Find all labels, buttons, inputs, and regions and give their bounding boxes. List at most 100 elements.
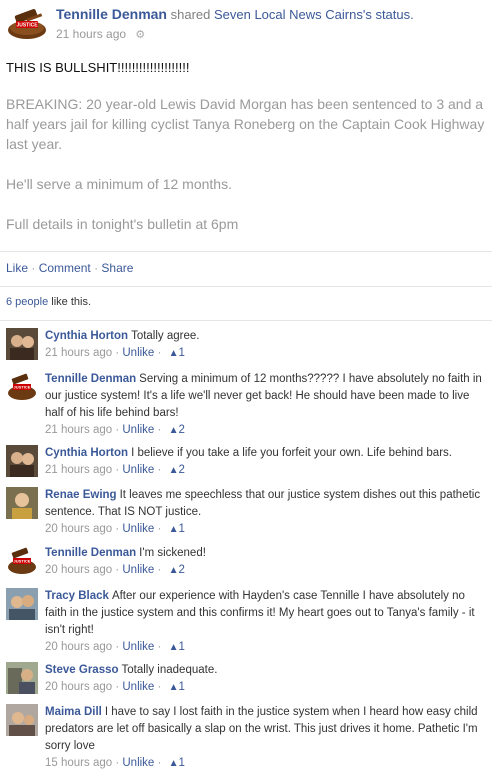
shared-word: shared (170, 7, 211, 22)
thumbs-up-icon[interactable]: ▲ (169, 345, 179, 362)
shared-status-text: BREAKING: 20 year-old Lewis David Morgan… (6, 94, 490, 254)
post-header: JUSTICE Tennille Denman shared Seven Loc… (6, 4, 486, 46)
comment-body: Steve Grasso Totally inadequate. 20 hours… (45, 662, 483, 696)
comment-timestamp[interactable]: 20 hours ago (45, 564, 112, 576)
comment-meta: 20 hours ago · Unlike · ▲1 (45, 521, 483, 538)
svg-text:JUSTICE: JUSTICE (16, 23, 38, 29)
unlike-link[interactable]: Unlike (122, 424, 154, 436)
svg-text:JUSTICE: JUSTICE (14, 385, 31, 390)
like-link[interactable]: Like (6, 261, 28, 275)
shared-page-link[interactable]: Seven Local News Cairns (214, 7, 363, 22)
comment-like-count[interactable]: 1 (178, 757, 184, 769)
comment-like-count[interactable]: 1 (178, 681, 184, 693)
comment-meta: 20 hours ago · Unlike · ▲1 (45, 679, 483, 696)
gear-icon[interactable]: ⚙ (135, 28, 145, 41)
comment-meta: 21 hours ago · Unlike · ▲2 (45, 462, 483, 479)
share-link[interactable]: Share (101, 261, 133, 275)
comment-meta: 15 hours ago · Unlike · ▲1 (45, 755, 483, 770)
comment-timestamp[interactable]: 20 hours ago (45, 641, 112, 653)
commenter-name-link[interactable]: Renae Ewing (45, 489, 117, 501)
divider (0, 286, 492, 287)
post-actions: Like · Comment · Share (6, 261, 133, 275)
unlike-link[interactable]: Unlike (122, 564, 154, 576)
comment-meta: 20 hours ago · Unlike · ▲2 (45, 562, 483, 579)
comment-timestamp[interactable]: 21 hours ago (45, 424, 112, 436)
unlike-link[interactable]: Unlike (122, 523, 154, 535)
comment-timestamp[interactable]: 21 hours ago (45, 464, 112, 476)
shared-paragraph: Full details in tonight's bulletin at 6p… (6, 216, 239, 232)
thumbs-up-icon[interactable]: ▲ (169, 639, 179, 656)
unlike-link[interactable]: Unlike (122, 757, 154, 769)
unlike-link[interactable]: Unlike (122, 641, 154, 653)
unlike-link[interactable]: Unlike (122, 681, 154, 693)
thumbs-up-icon[interactable]: ▲ (169, 679, 179, 696)
comment-text: After our experience with Hayden's case … (45, 590, 475, 636)
avatar[interactable] (6, 662, 38, 694)
comment-meta: 21 hours ago · Unlike · ▲2 (45, 422, 483, 439)
share-line: Tennille Denman shared Seven Local News … (56, 6, 414, 22)
comment-like-count[interactable]: 2 (178, 464, 184, 476)
svg-text:JUSTICE: JUSTICE (14, 559, 31, 564)
comment-text: I'm sickened! (139, 547, 206, 559)
divider (0, 320, 492, 321)
comment-timestamp[interactable]: 20 hours ago (45, 681, 112, 693)
likers-link[interactable]: 6 people (6, 296, 48, 308)
commenter-name-link[interactable]: Cynthia Horton (45, 330, 128, 342)
thumbs-up-icon[interactable]: ▲ (169, 521, 179, 538)
comment-text: Totally inadequate. (121, 664, 218, 676)
justice-gavel-avatar[interactable]: JUSTICE (6, 371, 38, 403)
author-name-link[interactable]: Tennille Denman (56, 6, 167, 22)
comment-body: Cynthia Horton Totally agree. 21 hours ag… (45, 328, 483, 362)
avatar[interactable] (6, 487, 38, 519)
likes-text: like this. (51, 296, 92, 308)
separator: · (94, 261, 99, 275)
comment-timestamp[interactable]: 20 hours ago (45, 523, 112, 535)
comment-body: Renae Ewing It leaves me speechless that … (45, 487, 483, 538)
thumbs-up-icon[interactable]: ▲ (169, 755, 179, 770)
shared-paragraph: BREAKING: 20 year-old Lewis David Morgan… (6, 96, 485, 152)
thumbs-up-icon[interactable]: ▲ (169, 462, 179, 479)
unlike-link[interactable]: Unlike (122, 464, 154, 476)
avatar[interactable] (6, 704, 38, 736)
post-message: THIS IS BULLSHIT!!!!!!!!!!!!!!!!!!!! (6, 60, 190, 75)
comment-like-count[interactable]: 1 (178, 523, 184, 535)
commenter-name-link[interactable]: Tennille Denman (45, 547, 136, 559)
justice-gavel-avatar[interactable]: JUSTICE (6, 6, 48, 42)
comment-like-count[interactable]: 1 (178, 641, 184, 653)
commenter-name-link[interactable]: Tennille Denman (45, 373, 136, 385)
thumbs-up-icon[interactable]: ▲ (169, 562, 179, 579)
post-timestamp[interactable]: 21 hours ago (56, 27, 126, 41)
comment-like-count[interactable]: 2 (178, 564, 184, 576)
comment-meta: 20 hours ago · Unlike · ▲1 (45, 639, 483, 656)
thumbs-up-icon[interactable]: ▲ (169, 422, 179, 439)
likes-summary: 6 people like this. (6, 296, 91, 308)
justice-gavel-avatar[interactable]: JUSTICE (6, 545, 38, 577)
commenter-name-link[interactable]: Steve Grasso (45, 664, 119, 676)
shared-paragraph: He'll serve a minimum of 12 months. (6, 176, 232, 192)
comment-body: Maima Dill I have to say I lost faith in … (45, 704, 483, 770)
divider (0, 251, 492, 252)
comment-text: I have to say I lost faith in the justic… (45, 706, 478, 752)
commenter-name-link[interactable]: Maima Dill (45, 706, 102, 718)
comment-body: Tennille Denman I'm sickened! 20 hours ag… (45, 545, 483, 579)
avatar[interactable] (6, 328, 38, 360)
comment-text: I believe if you take a life you forfeit… (131, 447, 452, 459)
avatar[interactable] (6, 445, 38, 477)
avatar[interactable] (6, 588, 38, 620)
unlike-link[interactable]: Unlike (122, 347, 154, 359)
comment-body: Cynthia Horton I believe if you take a li… (45, 445, 483, 479)
comment-body: Tracy Black After our experience with Hay… (45, 588, 483, 656)
separator: · (31, 261, 36, 275)
status-link[interactable]: 's status. (363, 7, 414, 22)
comment-like-count[interactable]: 1 (178, 347, 184, 359)
comment-timestamp[interactable]: 15 hours ago (45, 757, 112, 769)
comment-timestamp[interactable]: 21 hours ago (45, 347, 112, 359)
post-meta: 21 hours ago ⚙ (56, 27, 145, 41)
comment-text: Totally agree. (131, 330, 200, 342)
comment-link[interactable]: Comment (39, 261, 91, 275)
comment-like-count[interactable]: 2 (178, 424, 184, 436)
commenter-name-link[interactable]: Cynthia Horton (45, 447, 128, 459)
comment-meta: 21 hours ago · Unlike · ▲1 (45, 345, 483, 362)
comment-body: Tennille Denman Serving a minimum of 12 m… (45, 371, 483, 439)
commenter-name-link[interactable]: Tracy Black (45, 590, 109, 602)
